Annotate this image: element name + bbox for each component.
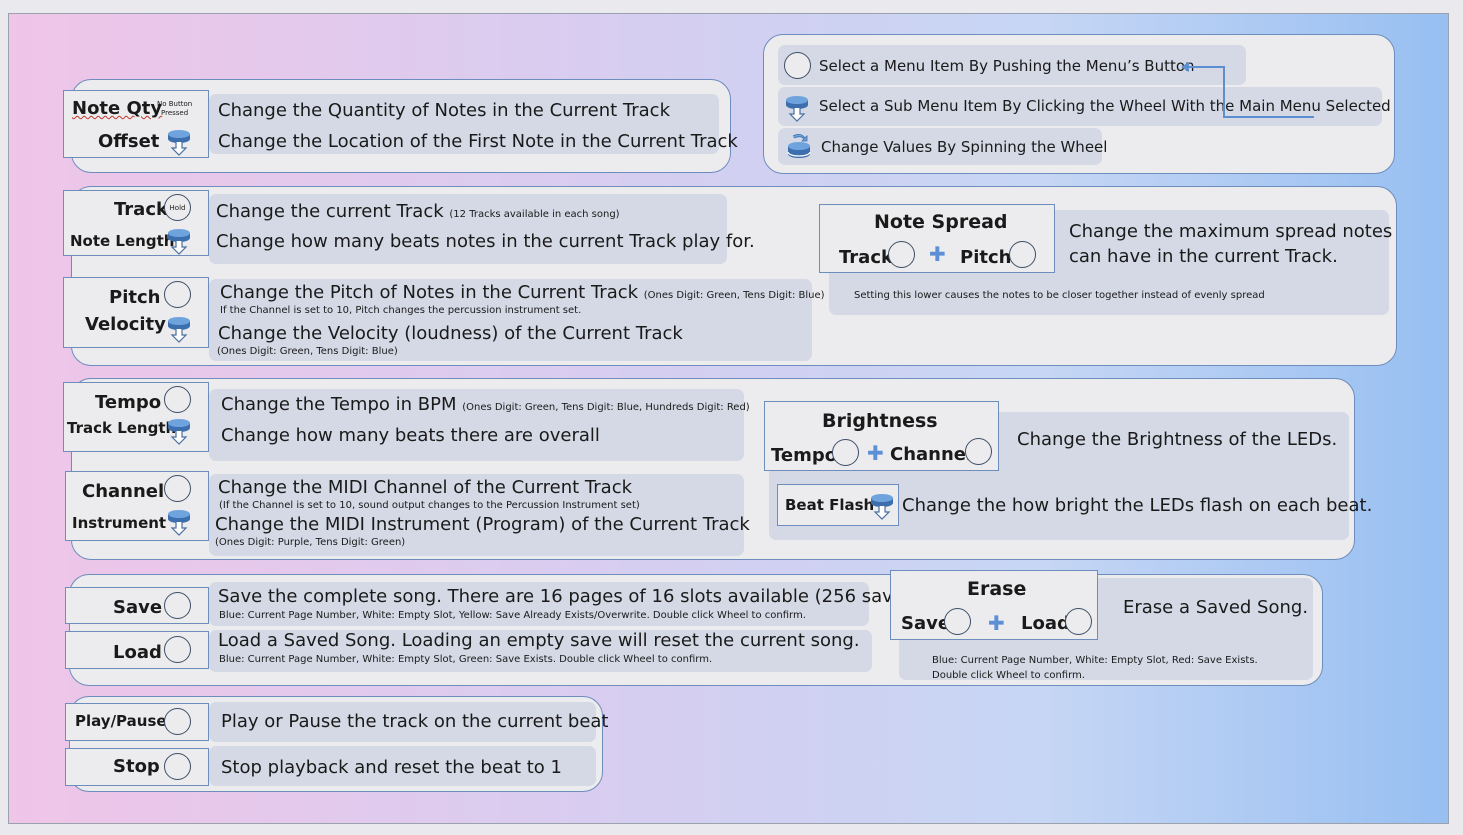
instrument-desc-sub: (Ones Digit: Purple, Tens Digit: Green) <box>215 537 406 548</box>
wheel-click-icon <box>164 312 194 344</box>
brightness-title: Brightness <box>822 410 938 432</box>
stop-label: Stop <box>113 756 160 777</box>
wheel-click-icon <box>782 91 812 123</box>
track-length-desc: Change how many beats there are overall <box>221 425 600 446</box>
brightness-channel-label: Channel <box>890 444 973 465</box>
channel-label: Channel <box>82 481 165 502</box>
channel-button-icon <box>965 438 992 465</box>
offset-desc: Change the Location of the First Note in… <box>218 131 738 152</box>
velocity-desc-sub: (Ones Digit: Green, Tens Digit: Blue) <box>217 346 398 357</box>
wheel-click-icon <box>164 505 194 537</box>
erase-title: Erase <box>967 578 1027 600</box>
wheel-spin-icon <box>784 132 814 164</box>
pressed-text: Pressed <box>161 109 189 117</box>
track-desc: Change the current Track (12 Tracks avai… <box>216 201 620 222</box>
track-desc-text: Change the current Track <box>216 201 444 222</box>
no-button-text: No Button <box>157 100 193 108</box>
noteqty-desc: Change the Quantity of Notes in the Curr… <box>218 100 671 121</box>
instrument-label: Instrument <box>72 514 167 532</box>
brightness-tempo-label: Tempo <box>771 445 838 466</box>
erase-load-label: Load <box>1021 613 1070 634</box>
tempo-desc-note: (Ones Digit: Green, Tens Digit: Blue, Hu… <box>462 402 750 413</box>
save-label: Save <box>113 597 163 618</box>
plus-icon: ✚ <box>988 611 1005 635</box>
no-button-pressed-note: No Button Pressed <box>157 100 192 118</box>
spread-pitch-label: Pitch <box>960 247 1012 268</box>
spread-desc-line1: Change the maximum spread notes <box>1069 221 1393 242</box>
channel-desc-sub: (If the Channel is set to 10, sound outp… <box>219 500 640 511</box>
beat-flash-desc: Change the how bright the LEDs flash on … <box>902 495 1373 516</box>
load-button-icon <box>1065 608 1092 635</box>
hold-text: Hold <box>169 203 186 212</box>
load-desc-sub: Blue: Current Page Number, White: Empty … <box>219 654 713 665</box>
tempo-desc: Change the Tempo in BPM (Ones Digit: Gre… <box>221 394 750 415</box>
spread-desc-line2: can have in the current Track. <box>1069 246 1338 267</box>
track-desc-note: (12 Tracks available in each song) <box>449 209 620 220</box>
save-desc: Save the complete song. There are 16 pag… <box>218 586 921 607</box>
legend-spin-text: Change Values By Spinning the Wheel <box>821 138 1108 156</box>
track-label: Track <box>114 199 168 220</box>
beat-flash-label: Beat Flash <box>785 496 875 514</box>
tempo-label: Tempo <box>95 392 162 413</box>
stop-button-icon <box>164 753 191 780</box>
stop-desc: Stop playback and reset the beat to 1 <box>221 757 562 778</box>
save-button-icon <box>944 608 971 635</box>
spread-note: Setting this lower causes the notes to b… <box>854 290 1265 301</box>
tempo-button-icon <box>164 386 191 413</box>
note-length-label: Note Length <box>70 232 175 250</box>
save-desc-sub: Blue: Current Page Number, White: Empty … <box>219 610 806 621</box>
legend-push-text: Select a Menu Item By Pushing the Menu’s… <box>819 57 1195 75</box>
instrument-desc: Change the MIDI Instrument (Program) of … <box>215 514 750 535</box>
spread-title: Note Spread <box>874 211 1008 233</box>
pitch-button-icon <box>164 281 191 308</box>
erase-save-label: Save <box>901 613 951 634</box>
guide-slide: Select a Menu Item By Pushing the Menu’s… <box>8 13 1449 824</box>
load-button-icon <box>164 636 191 663</box>
track-button-icon <box>888 241 915 268</box>
velocity-label: Velocity <box>85 314 166 335</box>
tempo-desc-text: Change the Tempo in BPM <box>221 394 457 415</box>
noteqty-label: Note Qty <box>72 98 163 119</box>
play-pause-label: Play/Pause <box>75 712 167 730</box>
plus-icon: ✚ <box>929 242 946 266</box>
offset-label: Offset <box>98 131 160 152</box>
wheel-click-icon <box>164 224 194 256</box>
pitch-button-icon <box>1009 241 1036 268</box>
play-pause-button-icon <box>164 708 191 735</box>
button-icon <box>784 52 811 79</box>
pitch-label: Pitch <box>109 287 161 308</box>
load-label: Load <box>113 642 162 663</box>
connector-arrow-icon <box>1181 62 1314 118</box>
pitch-desc-text: Change the Pitch of Notes in the Current… <box>220 282 639 303</box>
brightness-desc: Change the Brightness of the LEDs. <box>1017 429 1338 450</box>
wheel-click-icon <box>164 125 194 157</box>
pitch-desc-note: (Ones Digit: Green, Tens Digit: Blue) <box>643 290 825 301</box>
pitch-desc: Change the Pitch of Notes in the Current… <box>220 282 825 303</box>
wheel-click-icon <box>164 414 194 446</box>
pitch-desc-sub: If the Channel is set to 10, Pitch chang… <box>220 305 582 316</box>
play-pause-desc: Play or Pause the track on the current b… <box>221 711 609 732</box>
load-desc: Load a Saved Song. Loading an empty save… <box>218 630 860 651</box>
channel-button-icon <box>164 475 191 502</box>
save-button-icon <box>164 592 191 619</box>
erase-desc-sub1: Blue: Current Page Number, White: Empty … <box>932 655 1258 666</box>
spread-track-label: Track <box>839 247 893 268</box>
erase-desc-sub2: Double click Wheel to confirm. <box>932 670 1085 681</box>
note-length-desc: Change how many beats notes in the curre… <box>216 231 755 252</box>
hold-button-icon: Hold <box>164 194 191 221</box>
track-length-label: Track Length <box>67 419 177 437</box>
wheel-click-icon <box>867 489 897 521</box>
channel-desc: Change the MIDI Channel of the Current T… <box>218 477 633 498</box>
erase-desc: Erase a Saved Song. <box>1123 597 1309 618</box>
velocity-desc: Change the Velocity (loudness) of the Cu… <box>218 323 683 344</box>
plus-icon: ✚ <box>867 441 884 465</box>
tempo-button-icon <box>832 439 859 466</box>
